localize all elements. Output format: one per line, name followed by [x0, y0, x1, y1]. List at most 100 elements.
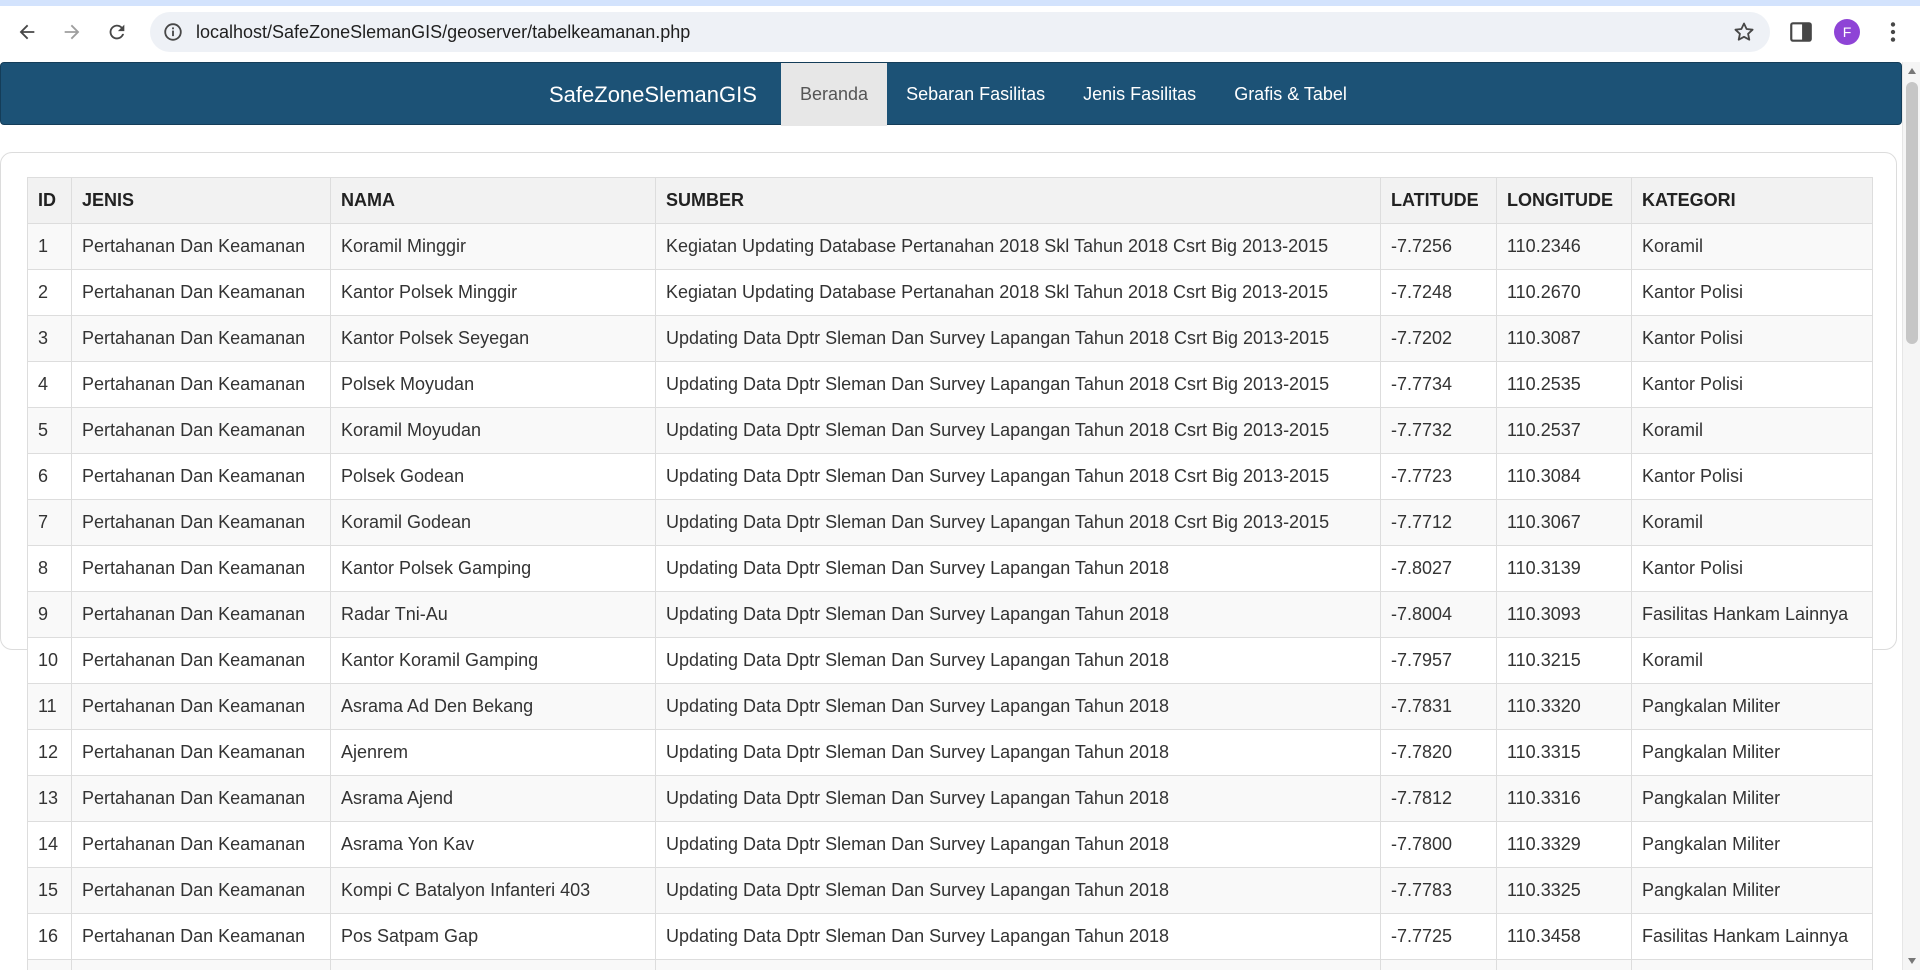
cell-kategori: Fasilitas Hankam Lainnya [1631, 913, 1873, 960]
cell-sumber: Kegiatan Updating Database Pertanahan 20… [655, 223, 1381, 270]
scrollbar-thumb[interactable] [1906, 82, 1918, 344]
cell-sumber: Updating Data Dptr Sleman Dan Survey Lap… [655, 407, 1381, 454]
cell-longitude: 110.3084 [1496, 453, 1632, 500]
cell-id: 6 [27, 453, 72, 500]
cell-kategori: Koramil [1631, 407, 1873, 454]
cell-longitude: 110.2670 [1496, 269, 1632, 316]
cell-id: 3 [27, 315, 72, 362]
header-sumber: SUMBER [655, 177, 1381, 224]
cell-longitude: 110.3329 [1496, 821, 1632, 868]
cell-sumber [655, 959, 1381, 970]
header-id: ID [27, 177, 72, 224]
table-body: 1 Pertahanan Dan Keamanan Koramil Minggir K… [27, 223, 1873, 970]
cell-longitude [1496, 959, 1632, 970]
cell-latitude: -7.8004 [1380, 591, 1497, 638]
side-panel-icon[interactable] [1788, 19, 1814, 45]
page-viewport: SafeZoneSlemanGIS Beranda Sebaran Fasili… [0, 62, 1902, 970]
tab-strip-edge [0, 0, 1920, 6]
header-latitude: LATITUDE [1380, 177, 1497, 224]
table-row: 15 Pertahanan Dan Keamanan Kompi C Batalyo… [27, 867, 1873, 914]
forward-icon[interactable] [54, 14, 90, 50]
site-info-icon[interactable] [162, 21, 184, 43]
cell-longitude: 110.3093 [1496, 591, 1632, 638]
cell-jenis: Pertahanan Dan Keamanan [71, 453, 331, 500]
cell-id: 4 [27, 361, 72, 408]
cell-kategori: Kantor Polisi [1631, 453, 1873, 500]
cell-latitude: -7.8027 [1380, 545, 1497, 592]
nav-item-jenis-fasilitas[interactable]: Jenis Fasilitas [1064, 63, 1215, 126]
nav-item-grafis-tabel[interactable]: Grafis & Tabel [1215, 63, 1366, 126]
cell-jenis: Pertahanan Dan Keamanan [71, 545, 331, 592]
cell-id: 5 [27, 407, 72, 454]
scroll-up-arrow-icon[interactable] [1908, 68, 1916, 74]
table-row: 8 Pertahanan Dan Keamanan Kantor Polsek Ga… [27, 545, 1873, 592]
cell-sumber: Updating Data Dptr Sleman Dan Survey Lap… [655, 499, 1381, 546]
cell-nama: Radar Tni-Au [330, 591, 656, 638]
cell-longitude: 110.2346 [1496, 223, 1632, 270]
table-row: 3 Pertahanan Dan Keamanan Kantor Polsek Se… [27, 315, 1873, 362]
back-icon[interactable] [9, 14, 45, 50]
bookmark-star-icon[interactable] [1732, 20, 1756, 44]
table-row: 9 Pertahanan Dan Keamanan Radar Tni-Au Upda… [27, 591, 1873, 638]
cell-sumber: Updating Data Dptr Sleman Dan Survey Lap… [655, 775, 1381, 822]
address-bar[interactable]: localhost/SafeZoneSlemanGIS/geoserver/ta… [150, 12, 1770, 52]
table-row [27, 959, 1873, 970]
cell-longitude: 110.3139 [1496, 545, 1632, 592]
header-jenis: JENIS [71, 177, 331, 224]
browser-toolbar: localhost/SafeZoneSlemanGIS/geoserver/ta… [0, 0, 1920, 62]
cell-longitude: 110.3215 [1496, 637, 1632, 684]
profile-avatar[interactable]: F [1834, 19, 1860, 45]
url-text[interactable]: localhost/SafeZoneSlemanGIS/geoserver/ta… [196, 22, 690, 43]
cell-latitude: -7.7712 [1380, 499, 1497, 546]
cell-id: 13 [27, 775, 72, 822]
table-row: 12 Pertahanan Dan Keamanan Ajenrem Updating… [27, 729, 1873, 776]
cell-jenis: Pertahanan Dan Keamanan [71, 729, 331, 776]
header-nama: NAMA [330, 177, 656, 224]
cell-nama: Kantor Polsek Seyegan [330, 315, 656, 362]
header-kategori: KATEGORI [1631, 177, 1873, 224]
cell-nama: Polsek Godean [330, 453, 656, 500]
cell-latitude: -7.7732 [1380, 407, 1497, 454]
cell-jenis: Pertahanan Dan Keamanan [71, 407, 331, 454]
cell-sumber: Updating Data Dptr Sleman Dan Survey Lap… [655, 867, 1381, 914]
reload-icon[interactable] [99, 14, 135, 50]
cell-latitude: -7.7957 [1380, 637, 1497, 684]
nav-item-beranda[interactable]: Beranda [781, 63, 888, 126]
cell-longitude: 110.3067 [1496, 499, 1632, 546]
cell-id: 2 [27, 269, 72, 316]
cell-jenis: Pertahanan Dan Keamanan [71, 269, 331, 316]
cell-kategori: Pangkalan Militer [1631, 821, 1873, 868]
cell-nama: Kompi C Batalyon Infanteri 403 [330, 867, 656, 914]
menu-kebab-icon[interactable] [1880, 18, 1906, 46]
scroll-down-arrow-icon[interactable] [1908, 958, 1916, 964]
cell-longitude: 110.2535 [1496, 361, 1632, 408]
cell-latitude: -7.7723 [1380, 453, 1497, 500]
cell-jenis [71, 959, 331, 970]
cell-latitude: -7.7812 [1380, 775, 1497, 822]
cell-kategori: Kantor Polisi [1631, 269, 1873, 316]
table-row: 5 Pertahanan Dan Keamanan Koramil Moyudan U… [27, 407, 1873, 454]
nav-menu: Beranda Sebaran Fasilitas Jenis Fasilita… [781, 63, 1366, 126]
nav-item-sebaran-fasilitas[interactable]: Sebaran Fasilitas [887, 63, 1064, 126]
cell-sumber: Updating Data Dptr Sleman Dan Survey Lap… [655, 591, 1381, 638]
table-row: 1 Pertahanan Dan Keamanan Koramil Minggir K… [27, 223, 1873, 270]
cell-sumber: Kegiatan Updating Database Pertanahan 20… [655, 269, 1381, 316]
cell-kategori: Koramil [1631, 637, 1873, 684]
cell-longitude: 110.3320 [1496, 683, 1632, 730]
cell-latitude: -7.7202 [1380, 315, 1497, 362]
cell-sumber: Updating Data Dptr Sleman Dan Survey Lap… [655, 315, 1381, 362]
cell-id: 9 [27, 591, 72, 638]
cell-jenis: Pertahanan Dan Keamanan [71, 223, 331, 270]
cell-nama: Kantor Polsek Minggir [330, 269, 656, 316]
brand-logo-text[interactable]: SafeZoneSlemanGIS [549, 63, 757, 126]
cell-id [27, 959, 72, 970]
cell-kategori: Koramil [1631, 499, 1873, 546]
cell-jenis: Pertahanan Dan Keamanan [71, 775, 331, 822]
cell-latitude: -7.7256 [1380, 223, 1497, 270]
cell-longitude: 110.3458 [1496, 913, 1632, 960]
page-scrollbar[interactable] [1902, 62, 1920, 970]
cell-kategori: Pangkalan Militer [1631, 683, 1873, 730]
cell-sumber: Updating Data Dptr Sleman Dan Survey Lap… [655, 361, 1381, 408]
table-row: 14 Pertahanan Dan Keamanan Asrama Yon Kav U… [27, 821, 1873, 868]
cell-nama: Koramil Minggir [330, 223, 656, 270]
